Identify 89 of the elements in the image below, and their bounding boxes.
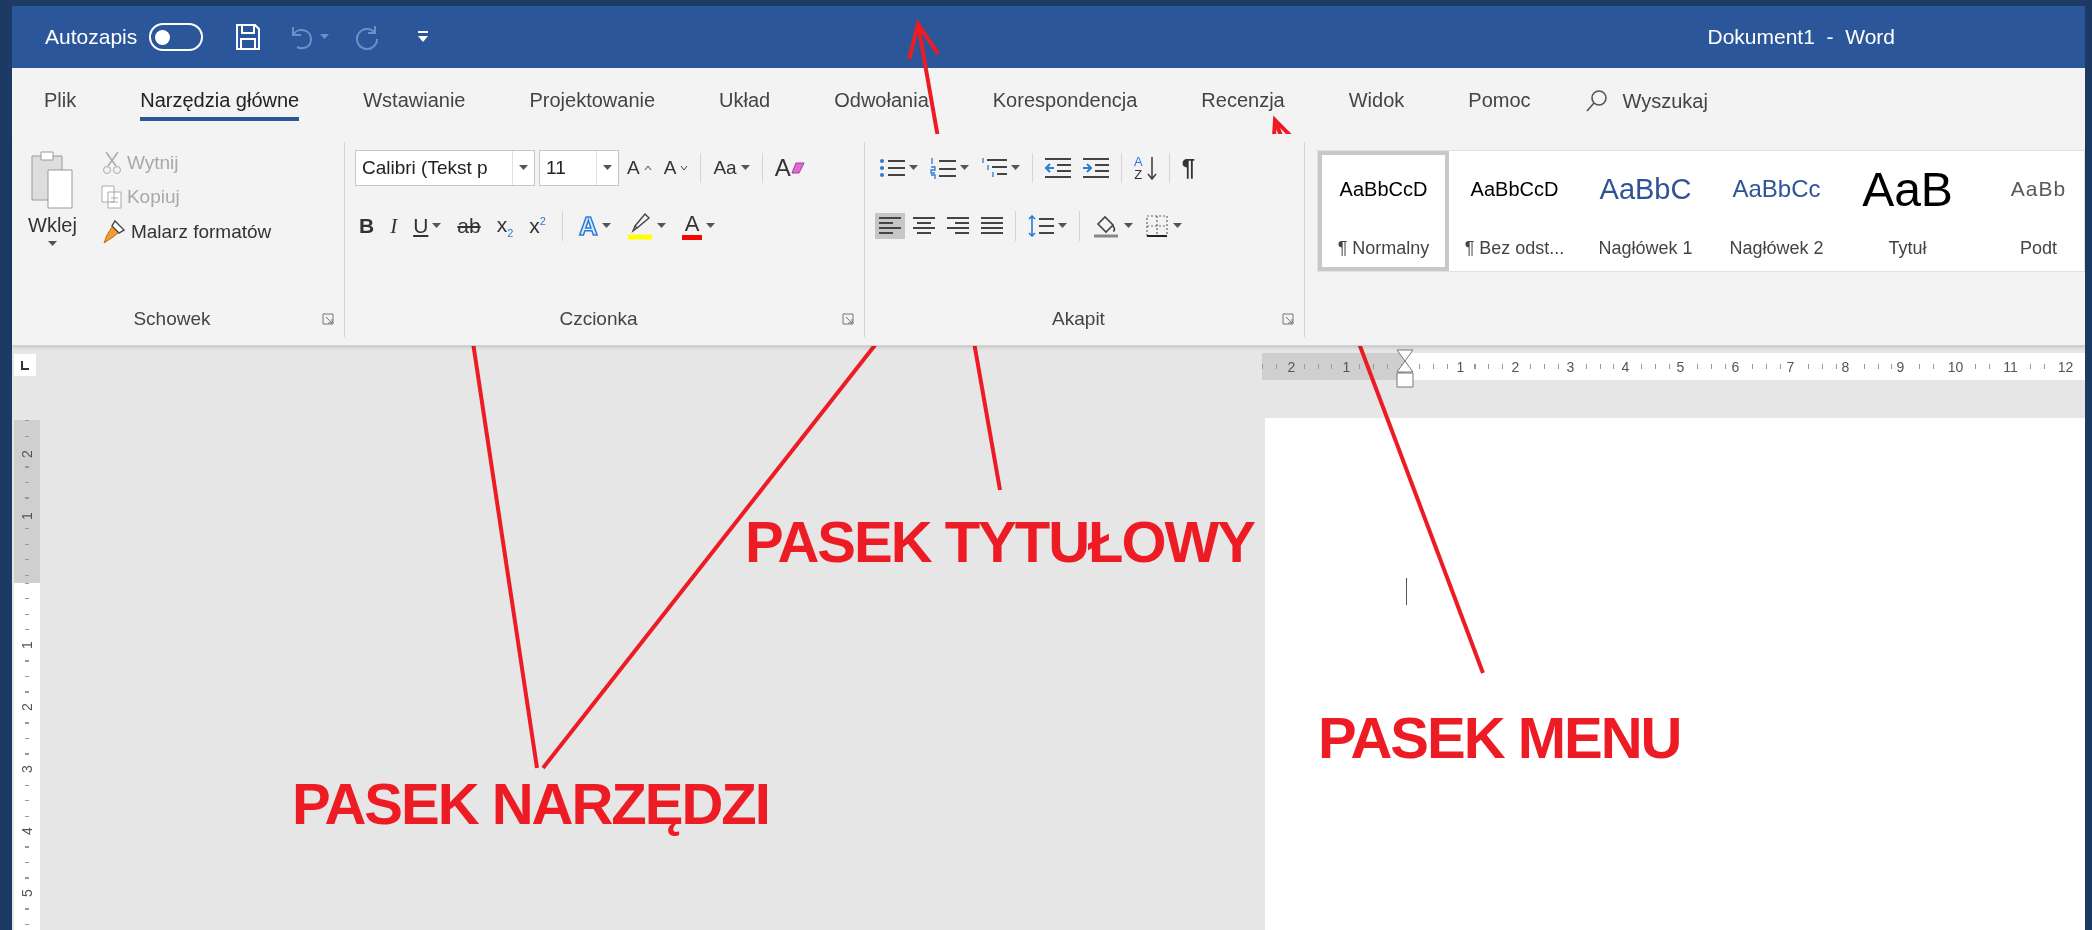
increase-indent-icon <box>1083 157 1109 179</box>
autosave-label: Autozapis <box>45 25 138 49</box>
ribbon-tab[interactable]: Odwołania <box>834 81 929 121</box>
scissors-icon <box>100 151 123 175</box>
ruler-number: 1 <box>19 510 35 522</box>
decrease-indent-icon <box>1045 157 1071 179</box>
caret-icon <box>47 241 57 247</box>
align-center-icon <box>913 216 935 236</box>
autosave-toggle[interactable] <box>149 23 204 51</box>
subscript-button[interactable]: x$_{2}$ <box>492 209 518 243</box>
caret-icon <box>1011 165 1020 171</box>
ribbon-tab[interactable]: Pomoc <box>1468 81 1531 121</box>
font-name-field[interactable]: Calibri (Tekst p <box>355 150 535 186</box>
annotation-label: PASEK NARZĘDZI <box>292 770 769 837</box>
annotation-label: PASEK TYTUŁOWY <box>745 508 1255 575</box>
grow-font-button[interactable]: A <box>623 154 656 182</box>
dropdown-icon <box>417 31 430 43</box>
shrink-font-button[interactable]: A <box>659 154 693 182</box>
ruler-number: 1 <box>19 639 35 651</box>
ribbon-tab[interactable]: Narzędzia główne <box>140 81 300 121</box>
ruler-number: 3 <box>19 763 35 775</box>
caret-up-icon <box>643 165 652 171</box>
caret-icon <box>1173 223 1182 229</box>
ruler-number: 5 <box>19 887 35 899</box>
dialog-launcher-icon[interactable] <box>322 313 334 325</box>
search-box[interactable]: Wyszukaj <box>1578 88 1714 114</box>
search-icon <box>1584 89 1609 113</box>
align-left-icon <box>879 216 901 236</box>
group-label: Akapit <box>1051 308 1106 330</box>
ribbon-tab[interactable]: Recenzja <box>1201 81 1285 121</box>
caret-icon <box>656 223 666 229</box>
ruler-number: 2 <box>19 701 35 713</box>
ribbon-tab[interactable]: Plik <box>44 81 77 121</box>
bold-button[interactable]: B <box>355 211 379 241</box>
underline-button[interactable]: U <box>409 211 446 241</box>
borders-icon <box>1145 214 1169 238</box>
eraser-icon <box>790 162 805 174</box>
group-label: Czcionka <box>558 308 639 330</box>
caret-icon <box>909 165 918 171</box>
caret-icon <box>1058 223 1067 229</box>
align-left-button[interactable] <box>875 213 905 239</box>
caret-icon <box>960 165 969 171</box>
align-right-icon <box>947 216 969 236</box>
align-justify-icon <box>981 216 1003 236</box>
line-spacing-icon <box>1028 215 1054 237</box>
window-title: Dokument1 - Word <box>1707 25 1895 49</box>
group-label: Schowek <box>132 308 212 330</box>
copy-icon <box>100 185 123 209</box>
caret-icon <box>740 165 750 171</box>
ribbon-tab[interactable]: Układ <box>719 81 771 121</box>
superscript-button[interactable]: x$^{2}$ <box>525 211 550 241</box>
ruler-number: 2 <box>19 448 35 460</box>
dialog-launcher-icon[interactable] <box>1282 313 1294 325</box>
italic-button[interactable]: I <box>386 210 402 242</box>
paintbrush-icon <box>100 219 127 245</box>
dialog-launcher-icon[interactable] <box>842 313 854 325</box>
caret-icon <box>603 165 612 171</box>
ribbon-tab[interactable]: Wstawianie <box>363 81 466 121</box>
down-arrow-icon <box>1146 156 1157 180</box>
tab-selector-icon[interactable] <box>14 354 36 376</box>
caret-icon <box>432 223 442 229</box>
annotation-label: PASEK MENU <box>1318 704 1681 771</box>
multilevel-list-icon <box>981 157 1007 179</box>
text-cursor <box>1406 578 1407 605</box>
change-case-button[interactable]: Aa <box>709 154 754 182</box>
strike-button[interactable]: ab <box>453 211 485 241</box>
caret-icon <box>519 165 528 171</box>
sort-button[interactable]: A Z <box>1130 152 1161 184</box>
bullet-list-icon <box>879 157 905 179</box>
font-size-field[interactable]: 11 <box>539 150 619 186</box>
show-formatting-button[interactable]: ¶ <box>1177 151 1200 185</box>
caret-icon <box>320 34 330 40</box>
font-color-button[interactable]: A <box>677 209 720 243</box>
clear-formatting-button[interactable]: A <box>770 151 809 185</box>
caret-icon <box>706 223 716 229</box>
style-item[interactable]: AaBbCcD ¶ Normalny <box>1318 151 1449 271</box>
numbered-list-icon <box>930 157 956 179</box>
caret-down-icon <box>680 165 689 171</box>
paint-bucket-icon <box>1092 214 1120 238</box>
ribbon-tab[interactable]: Widok <box>1348 81 1405 121</box>
highlighter-icon <box>626 212 653 240</box>
ruler-number: 4 <box>19 825 35 837</box>
ribbon-tab[interactable]: Korespondencja <box>992 81 1138 121</box>
clipboard-icon <box>30 150 75 210</box>
caret-icon <box>1124 223 1133 229</box>
painter-button[interactable]: Malarz formatów <box>96 216 276 248</box>
caret-icon <box>601 223 611 229</box>
paste-button[interactable]: Wklej <box>22 148 83 301</box>
ribbon-tab[interactable]: Projektowanie <box>529 81 656 121</box>
